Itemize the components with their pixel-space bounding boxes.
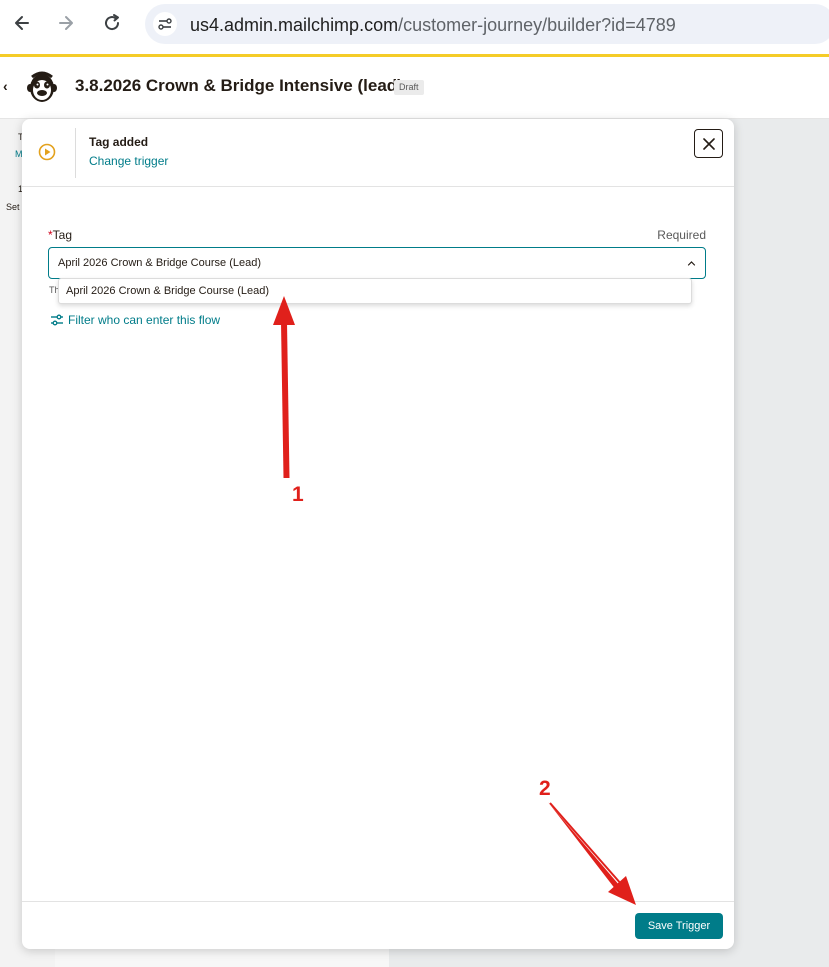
close-icon [702, 137, 715, 150]
filter-entry-link[interactable]: Filter who can enter this flow [50, 313, 220, 327]
sidebar-fragment: Set [6, 202, 20, 212]
save-trigger-button[interactable]: Save Trigger [635, 913, 723, 939]
annotation-label-1: 1 [292, 483, 304, 506]
tag-label-text: Tag [52, 228, 73, 242]
trigger-play-icon [38, 143, 56, 161]
url-text[interactable]: us4.admin.mailchimp.com/customer-journey… [190, 15, 676, 36]
chevron-up-icon [687, 261, 696, 266]
mailchimp-logo[interactable] [24, 69, 60, 105]
url-domain: us4.admin.mailchimp.com [190, 15, 399, 35]
browser-toolbar: us4.admin.mailchimp.com/customer-journey… [0, 0, 829, 52]
url-path: /customer-journey/builder?id=4789 [398, 15, 676, 35]
tag-select-value: April 2026 Crown & Bridge Course (Lead) [58, 257, 261, 269]
filter-sliders-icon [51, 314, 63, 326]
header-divider [75, 128, 76, 178]
close-button[interactable] [694, 129, 723, 158]
required-indicator: Required [657, 228, 706, 242]
back-arrow-icon[interactable] [9, 10, 35, 36]
tag-dropdown-option[interactable]: April 2026 Crown & Bridge Course (Lead) [66, 285, 269, 297]
annotation-label-2: 2 [539, 777, 551, 800]
site-settings-icon[interactable] [153, 12, 177, 36]
trigger-title: Tag added [89, 135, 149, 149]
tag-field-label: *Tag [48, 228, 72, 242]
reload-icon[interactable] [99, 10, 125, 36]
address-bar[interactable]: us4.admin.mailchimp.com/customer-journey… [145, 4, 829, 44]
change-trigger-link[interactable]: Change trigger [89, 154, 168, 168]
back-chevron-icon[interactable]: ‹ [3, 78, 8, 94]
tag-dropdown-list: April 2026 Crown & Bridge Course (Lead) [58, 278, 692, 304]
app-header: ‹ 3.8.2026 Crown & Bridge Intensive (lea… [0, 57, 829, 119]
filter-link-text: Filter who can enter this flow [68, 313, 221, 327]
journey-title[interactable]: 3.8.2026 Crown & Bridge Intensive (lead) [75, 76, 403, 96]
modal-footer: Save Trigger [22, 901, 734, 949]
trigger-settings-modal: Tag added Change trigger *Tag Required A… [22, 119, 734, 949]
modal-header: Tag added Change trigger [22, 119, 734, 187]
status-badge: Draft [394, 80, 424, 95]
tag-select[interactable]: April 2026 Crown & Bridge Course (Lead) [48, 247, 706, 279]
forward-arrow-icon[interactable] [53, 10, 79, 36]
